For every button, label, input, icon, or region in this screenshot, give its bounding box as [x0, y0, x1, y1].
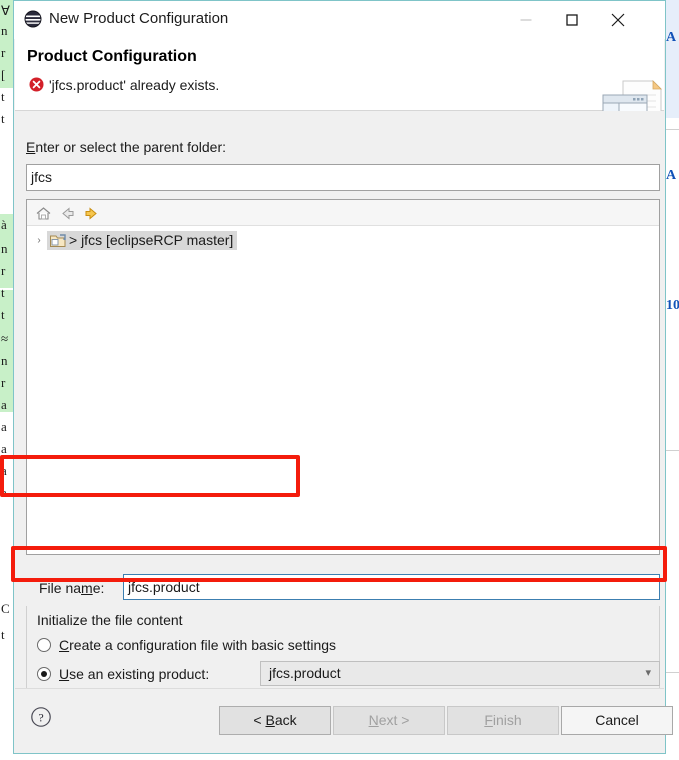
background-editor-left-strip: ∀ n r [ t t à n r t t ≈ n r a a a a a C … — [0, 0, 14, 760]
tree-item-label: > jfcs [eclipseRCP master] — [69, 231, 238, 250]
bg-left-line: t — [1, 627, 5, 642]
finish-button-post: inish — [492, 712, 522, 728]
initialize-file-content-title: Initialize the file content — [37, 612, 183, 628]
page-title: Product Configuration — [27, 48, 197, 65]
maximize-icon — [566, 14, 578, 26]
file-name-label-pre: File na — [39, 580, 82, 596]
bg-left-line: a — [1, 485, 7, 500]
back-button[interactable]: < Back — [219, 706, 331, 735]
file-name-label-accel: m — [81, 580, 93, 596]
tree-toolbar — [27, 200, 659, 226]
radio-label: Create a configuration file with basic s… — [59, 637, 336, 653]
screen: ∀ n r [ t t à n r t t ≈ n r a a a a a C … — [0, 0, 679, 760]
next-button-post: ext > — [378, 712, 410, 728]
bg-right-line: A — [666, 168, 677, 183]
bg-left-line: ≈ — [1, 331, 9, 346]
dialog-button-bar: ? < Back Next > Finish Cancel — [15, 688, 673, 753]
status-message: 'jfcs.product' already exists. — [49, 77, 220, 93]
radio-label-text: se an existing product: — [69, 666, 210, 682]
bg-left-line: [ — [1, 67, 6, 82]
back-button-accel: B — [265, 712, 275, 728]
bg-left-line: t — [1, 285, 5, 300]
chevron-down-icon[interactable]: ▾ — [645, 662, 651, 685]
existing-product-combo[interactable]: jfcs.product ▾ — [260, 661, 660, 686]
back-button-pre: < — [253, 712, 266, 728]
bg-left-line: a — [1, 397, 7, 412]
bg-left-line: r — [1, 375, 6, 390]
bg-left-line: à — [1, 217, 7, 232]
dialog-title: New Product Configuration — [49, 10, 229, 27]
forward-arrow-icon[interactable] — [83, 205, 100, 222]
bg-left-line: t — [1, 111, 5, 126]
project-folder-icon — [49, 233, 67, 249]
bg-left-line: n — [1, 241, 8, 256]
bg-left-line: t — [1, 89, 5, 104]
dialog-header: Product Configuration 'jfcs.product' alr… — [15, 39, 664, 136]
folder-tree-panel[interactable]: › > jfcs [eclipseRCP master] — [26, 199, 660, 555]
radio-create-configuration-file[interactable]: Create a configuration file with basic s… — [37, 632, 336, 658]
bg-left-line: n — [1, 23, 8, 38]
bg-left-line: ∀ — [1, 3, 10, 18]
bg-left-line: a — [1, 419, 7, 434]
back-arrow-icon[interactable] — [59, 205, 76, 222]
parent-folder-label-rest: nter or select the parent folder: — [35, 139, 227, 155]
dialog-titlebar[interactable]: New Product Configuration — [14, 1, 665, 39]
radio-label: Use an existing product: — [59, 666, 209, 682]
minimize-icon — [520, 19, 532, 21]
maximize-button[interactable] — [549, 1, 595, 39]
bg-right-line: 10 — [666, 298, 679, 313]
radio-indicator[interactable] — [37, 638, 51, 652]
close-button[interactable] — [595, 1, 641, 39]
radio-indicator[interactable] — [37, 667, 51, 681]
file-name-label-post: e: — [92, 580, 105, 596]
radio-label-accel: C — [59, 637, 70, 653]
bg-right-line: A — [666, 30, 677, 45]
next-button-accel: N — [368, 712, 379, 728]
bg-left-line: a — [1, 441, 7, 456]
help-icon[interactable]: ? — [30, 706, 52, 728]
error-icon — [29, 77, 44, 92]
back-button-post: ack — [274, 712, 297, 728]
parent-folder-label: Enter or select the parent folder: — [26, 139, 226, 155]
radio-label-accel: U — [59, 666, 70, 682]
radio-label-text: reate a configuration file with basic se… — [69, 637, 337, 653]
home-icon[interactable] — [35, 205, 52, 222]
bg-left-line: r — [1, 45, 6, 60]
background-editor-right-strip: A A 10 — [666, 0, 679, 760]
chevron-right-icon[interactable]: › — [31, 235, 47, 246]
minimize-button[interactable] — [503, 1, 549, 39]
finish-button-accel: F — [484, 712, 493, 728]
table-row[interactable]: › > jfcs [eclipseRCP master] — [31, 230, 238, 251]
svg-text:?: ? — [38, 710, 43, 724]
bg-left-line: r — [1, 263, 6, 278]
existing-product-combo-value: jfcs.product — [269, 665, 341, 681]
dialog-body: Enter or select the parent folder: jfcs — [15, 111, 664, 730]
radio-use-existing-product[interactable]: Use an existing product: — [37, 661, 209, 687]
close-icon — [611, 13, 625, 27]
bg-left-line: a — [1, 463, 7, 478]
bg-left-line: C — [1, 601, 10, 616]
eclipse-sphere-icon — [24, 10, 42, 28]
file-name-input[interactable]: jfcs.product — [123, 574, 660, 600]
cancel-button[interactable]: Cancel — [561, 706, 673, 735]
next-button[interactable]: Next > — [333, 706, 445, 735]
finish-button[interactable]: Finish — [447, 706, 559, 735]
bg-left-line: t — [1, 307, 5, 322]
new-product-configuration-dialog: New Product Configuration Product Config… — [13, 0, 673, 754]
parent-folder-label-accel: E — [26, 139, 36, 155]
file-name-label: File name: — [39, 580, 104, 596]
parent-folder-input[interactable]: jfcs — [26, 164, 660, 191]
bg-left-line: n — [1, 353, 8, 368]
